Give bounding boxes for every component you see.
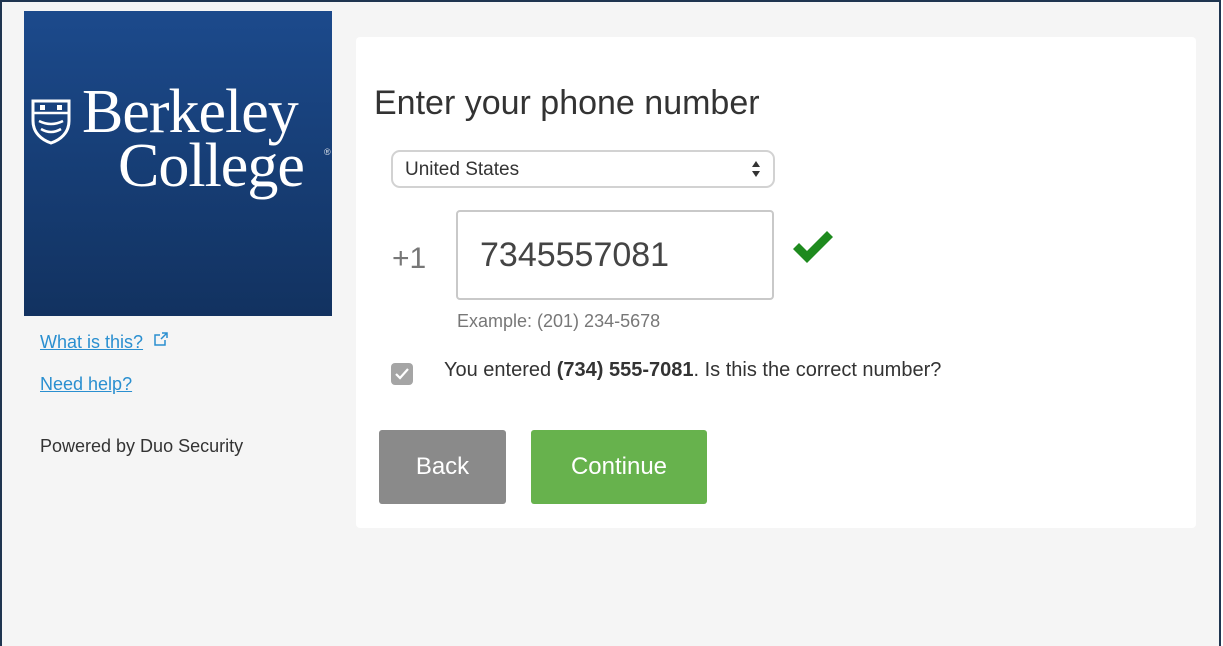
powered-by-text: Powered by Duo Security	[40, 436, 244, 456]
what-is-this-link[interactable]: What is this?	[40, 332, 143, 353]
checkmark-icon	[793, 231, 833, 263]
phone-number-input[interactable]	[456, 210, 774, 300]
back-button[interactable]: Back	[379, 430, 506, 504]
page-frame: Berkeley College ® What is this? Need he…	[0, 0, 1221, 646]
confirm-prefix: You entered	[444, 359, 557, 381]
page-title: Enter your phone number	[374, 83, 760, 122]
logo-text-college: College	[118, 132, 305, 200]
berkeley-college-logo: Berkeley College ®	[24, 11, 332, 316]
external-link-icon	[153, 332, 168, 346]
country-select[interactable]: United States	[391, 150, 775, 188]
confirm-suffix: . Is this the correct number?	[693, 359, 942, 381]
enrollment-card: Enter your phone number United States +1…	[356, 37, 1196, 528]
confirm-number-checkbox[interactable]	[391, 363, 413, 385]
country-select-value: United States	[405, 159, 520, 180]
country-code: +1	[392, 242, 427, 275]
confirm-number-label: You entered (734) 555-7081. Is this the …	[444, 359, 941, 382]
what-is-this-row: What is this?	[40, 332, 168, 353]
continue-button[interactable]: Continue	[531, 430, 707, 504]
registered-mark: ®	[324, 147, 331, 157]
select-arrows-icon	[752, 161, 760, 177]
checkbox-checked-icon	[395, 368, 409, 380]
phone-example-hint: Example: (201) 234-5678	[457, 311, 661, 331]
shield-icon	[31, 99, 71, 145]
need-help-link[interactable]: Need help?	[40, 374, 132, 395]
confirm-number: (734) 555-7081	[556, 359, 694, 381]
